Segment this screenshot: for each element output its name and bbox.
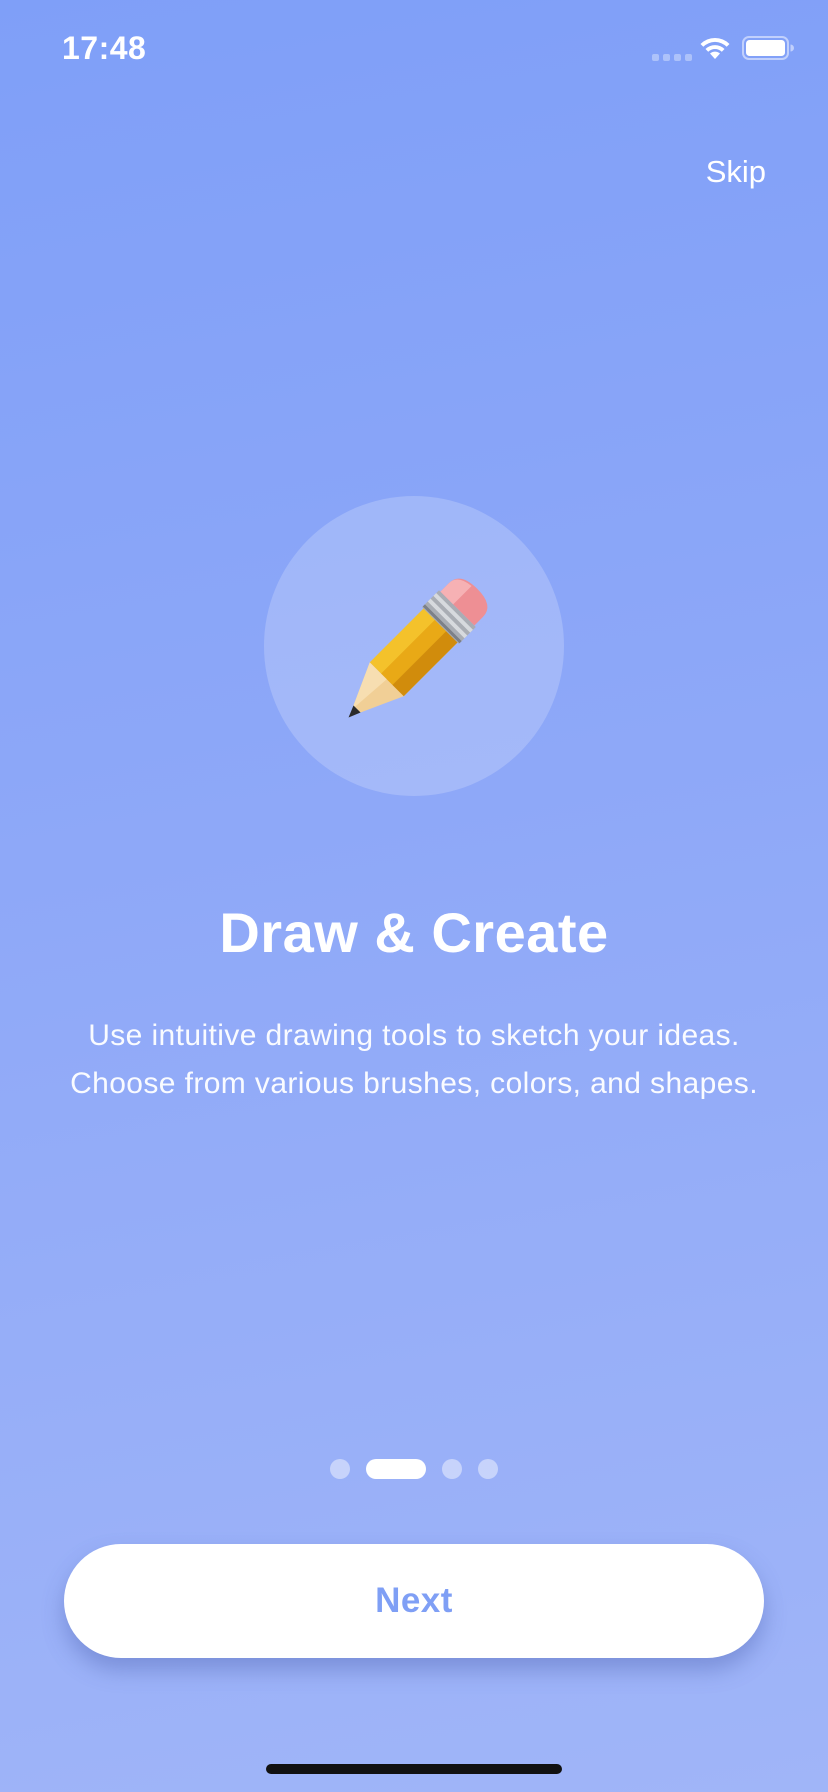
- onboarding-screen: 17:48 Skip Draw & Create Use intuitive d…: [0, 0, 828, 1792]
- status-time: 17:48: [62, 30, 147, 66]
- page-indicator[interactable]: [0, 1459, 828, 1479]
- page-title: Draw & Create: [219, 901, 609, 964]
- page-dot[interactable]: [330, 1459, 350, 1479]
- skip-button[interactable]: Skip: [706, 154, 766, 190]
- next-button-label: Next: [375, 1581, 453, 1620]
- page-description: Use intuitive drawing tools to sketch yo…: [70, 1019, 758, 1100]
- page-dot[interactable]: [442, 1459, 462, 1479]
- page-dot-active[interactable]: [366, 1459, 426, 1479]
- home-indicator[interactable]: [266, 1764, 562, 1774]
- pencil-icon: [348, 578, 488, 718]
- battery-icon: [742, 36, 794, 60]
- page-dot[interactable]: [478, 1459, 498, 1479]
- cellular-signal-icon: [652, 54, 692, 61]
- status-bar: 17:48: [0, 0, 828, 100]
- wifi-icon: [700, 37, 730, 59]
- next-button[interactable]: Next: [64, 1544, 764, 1658]
